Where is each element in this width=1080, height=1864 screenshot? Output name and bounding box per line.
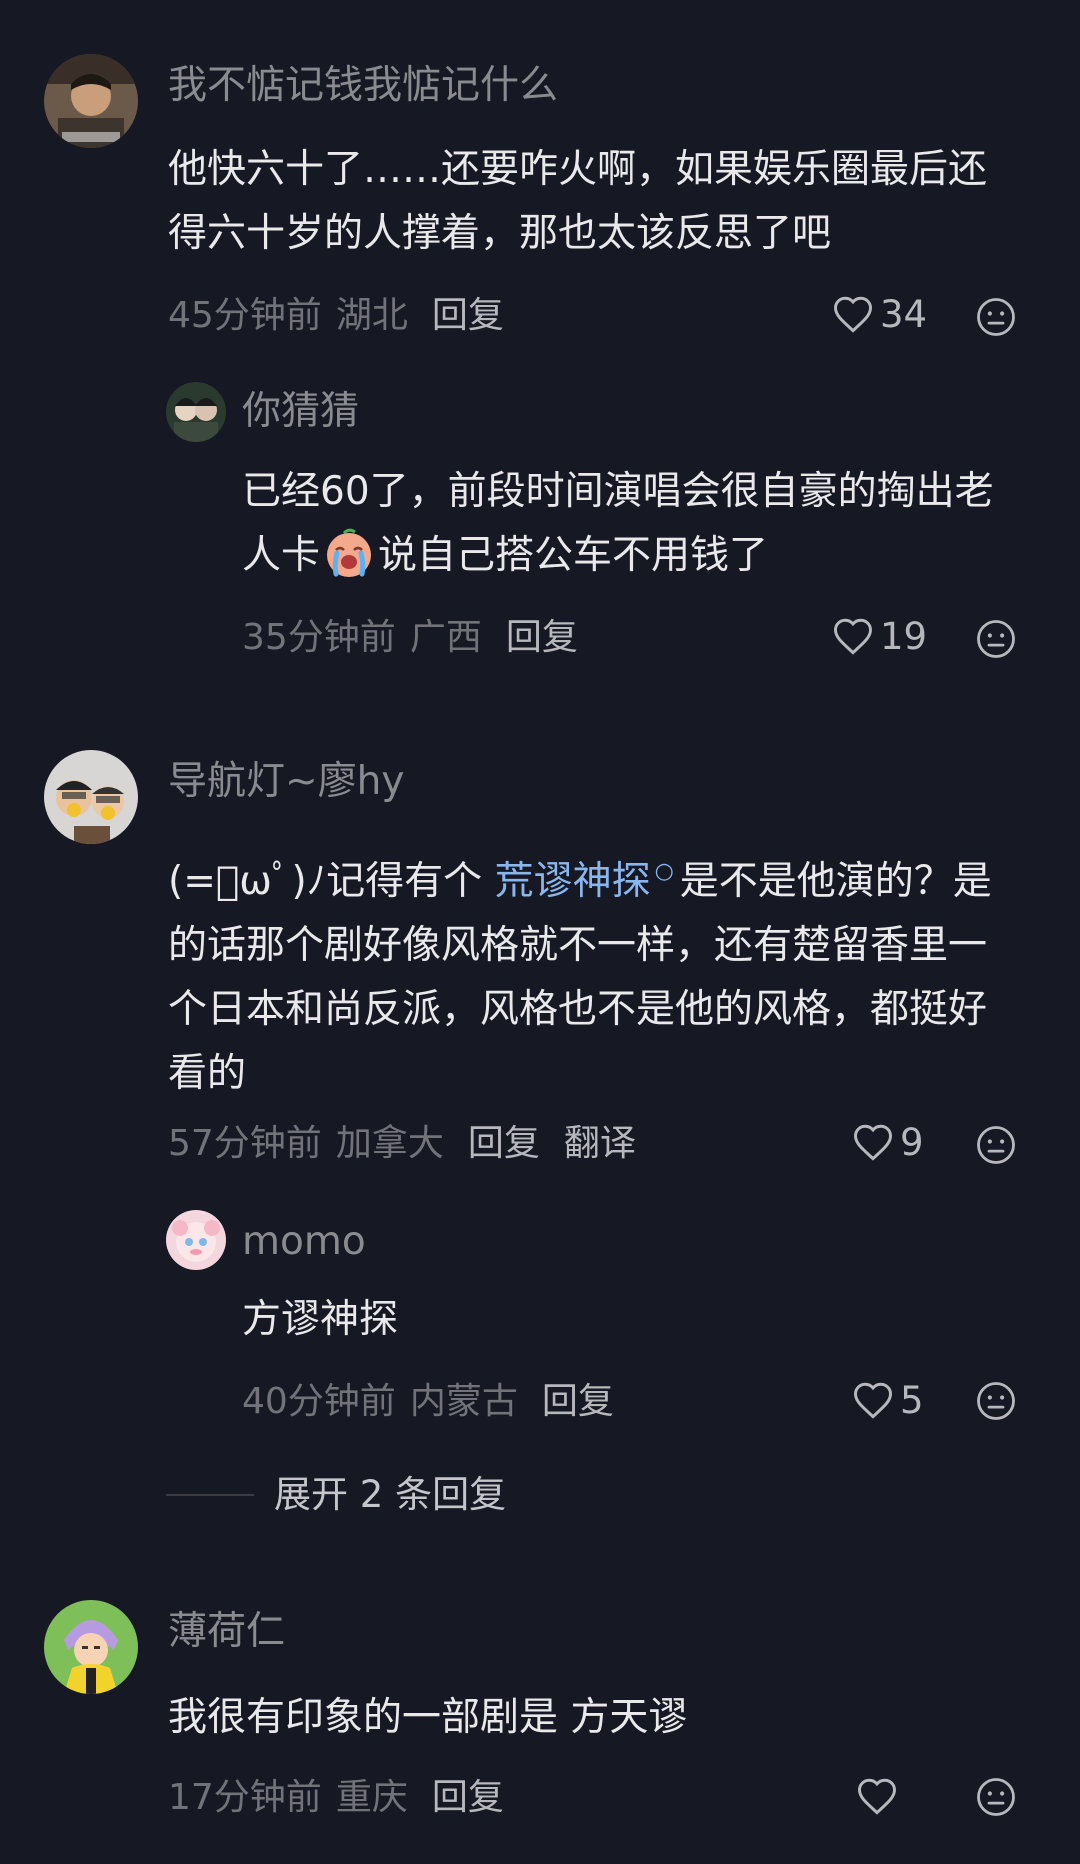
location: 广西 [409,617,482,658]
expand-replies-button[interactable]: 展开 2 条回复 [166,1476,506,1513]
avatar[interactable] [44,54,138,148]
location: 内蒙古 [409,1381,518,1422]
dislike-button[interactable] [975,296,1017,338]
timestamp: 17分钟前 [168,1777,322,1818]
comment-meta: 40分钟前 内蒙古 回复 [242,1384,614,1420]
heart-outline-icon [834,618,872,655]
dislike-button[interactable] [975,1380,1017,1422]
comment-line: 他快六十了……还要咋火啊，如果娱乐圈最后还 [168,147,988,192]
reply-button[interactable]: 回复 [542,1384,614,1420]
comment-text: 已经60了，前段时间演唱会很自豪的掏出老 人卡 说自己搭公车不用钱了 [242,460,994,588]
like-button[interactable]: 34 [832,294,927,334]
comment-text: 他快六十了……还要咋火啊，如果娱乐圈最后还 得六十岁的人撑着，那也太该反思了吧 [168,138,987,266]
reply-button[interactable]: 回复 [506,620,578,656]
comment-fragment: 说自己搭公车不用钱了 [378,533,769,578]
neutral-face-icon [977,620,1015,658]
search-link-icon[interactable]: ○ [655,859,674,884]
comment-line: 人卡 说自己搭公车不用钱了 [242,524,994,588]
like-count: 19 [880,614,928,658]
translate-button[interactable]: 翻译 [564,1126,636,1162]
comment-line: (=ﾟωﾟ)ﾉ记得有个 荒谬神探 ○ 是不是他演的？是 [168,840,992,914]
like-button[interactable]: 19 [832,616,927,656]
neutral-face-icon [977,1126,1015,1164]
timestamp: 57分钟前 [168,1123,322,1164]
dislike-button[interactable] [975,1124,1017,1166]
heart-outline-icon [854,1124,892,1161]
comment-line: 个日本和尚反派，风格也不是他的风格，都挺好 [168,987,988,1032]
heart-outline-icon [858,1778,896,1815]
neutral-face-icon [977,1778,1015,1816]
reply-button[interactable]: 回复 [432,1780,504,1816]
neutral-face-icon [977,1382,1015,1420]
expand-replies-label: 展开 2 条回复 [274,1473,507,1516]
comment-fragment: (=ﾟωﾟ)ﾉ记得有个 [168,859,483,904]
crying-face-emoji [327,528,372,577]
comment-meta: 57分钟前 加拿大 回复 翻译 [168,1126,636,1162]
reply-button[interactable]: 回复 [468,1126,540,1162]
like-count: 5 [900,1378,924,1422]
comment-text: 我很有印象的一部剧是 方天谬 [168,1686,687,1750]
dislike-button[interactable] [975,1776,1017,1818]
neutral-face-icon [977,298,1015,336]
avatar[interactable] [166,382,226,442]
like-count: 34 [880,292,928,336]
location: 加拿大 [335,1123,444,1164]
like-button[interactable]: 9 [852,1122,924,1162]
comment-line: 已经60了，前段时间演唱会很自豪的掏出老 [242,469,994,514]
comment-meta: 45分钟前 湖北 回复 [168,298,504,334]
comment-line: 方谬神探 [242,1297,399,1342]
avatar[interactable] [44,750,138,844]
comment-fragment: 人卡 [242,533,321,578]
reply-button[interactable]: 回复 [432,298,504,334]
comment-line: 得六十岁的人撑着，那也太该反思了吧 [168,211,832,256]
like-count: 9 [900,1120,924,1164]
comment-meta: 35分钟前 广西 回复 [242,620,578,656]
heart-outline-icon [854,1382,892,1419]
username[interactable]: 我不惦记钱我惦记什么 [168,66,558,105]
divider [166,1493,254,1496]
username[interactable]: momo [242,1222,366,1261]
comment-text: (=ﾟωﾟ)ﾉ记得有个 荒谬神探 ○ 是不是他演的？是 的话那个剧好像风格就不一样，… [168,840,992,1106]
timestamp: 35分钟前 [242,617,396,658]
timestamp: 40分钟前 [242,1381,396,1422]
username[interactable]: 薄荷仁 [168,1612,285,1651]
comment-fragment: 是不是他演的？是 [679,859,992,904]
avatar[interactable] [44,1600,138,1694]
comment-meta: 17分钟前 重庆 回复 [168,1780,504,1816]
dislike-button[interactable] [975,618,1017,660]
comment-line: 看的 [168,1051,247,1096]
like-button[interactable] [856,1776,904,1816]
username[interactable]: 导航灯~廖hy [168,762,404,801]
location: 重庆 [335,1777,408,1818]
search-link[interactable]: 荒谬神探 [495,859,651,904]
like-button[interactable]: 5 [852,1380,924,1420]
avatar[interactable] [166,1210,226,1270]
comment-line: 我很有印象的一部剧是 方天谬 [168,1695,688,1740]
comment-text: 方谬神探 [242,1288,398,1352]
comment-line: 的话那个剧好像风格就不一样，还有楚留香里一 [168,923,988,968]
heart-outline-icon [834,296,872,333]
timestamp: 45分钟前 [168,295,322,336]
location: 湖北 [335,295,408,336]
username[interactable]: 你猜猜 [242,392,359,431]
